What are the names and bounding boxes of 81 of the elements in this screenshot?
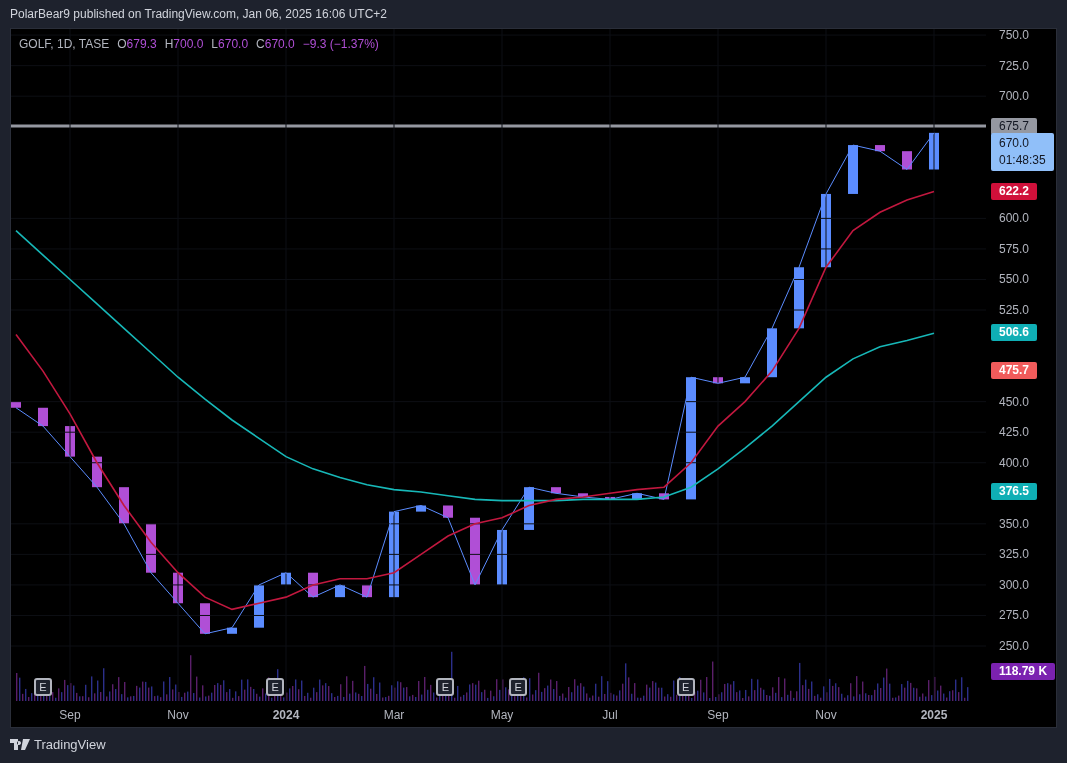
- price-candle: [605, 496, 615, 500]
- price-candle: [200, 603, 210, 634]
- earnings-marker[interactable]: E: [34, 678, 52, 696]
- last-price-tag: 670.0 01:48:35: [991, 132, 1054, 171]
- earnings-marker[interactable]: E: [676, 678, 695, 696]
- ohlc-value: 679.3: [126, 36, 157, 53]
- price-candle: [713, 377, 723, 384]
- average-price-tag: 376.5: [991, 483, 1038, 501]
- price-axis-label: 275.0: [999, 609, 1030, 622]
- price-candle: [767, 328, 777, 378]
- logo-icon: [10, 739, 30, 750]
- time-axis-label: Nov: [815, 708, 837, 722]
- price-candle: [578, 493, 588, 497]
- time-axis-label: 2024: [272, 708, 300, 722]
- price-candle: [416, 505, 426, 512]
- price-candle: [254, 584, 264, 628]
- price-candle: [11, 401, 21, 408]
- price-candle: [470, 517, 480, 585]
- time-axis-label: Nov: [167, 708, 189, 722]
- price-candle: [497, 529, 507, 585]
- horizontal-price-line[interactable]: [11, 124, 986, 128]
- earnings-marker[interactable]: E: [266, 678, 285, 696]
- price-candle: [281, 572, 291, 585]
- price-axis-label: 350.0: [999, 517, 1030, 530]
- average-price-tag: 475.7: [991, 362, 1038, 380]
- ohlc-key: O: [117, 35, 127, 53]
- volume-price-tag: 118.79 K: [991, 663, 1056, 680]
- change-value: −9.3 (−1.37%): [302, 36, 379, 53]
- ohlc-value: 670.0: [218, 36, 249, 53]
- time-axis-label: Mar: [383, 708, 405, 722]
- price-candle: [740, 377, 750, 384]
- price-axis-label: 300.0: [999, 578, 1030, 591]
- price-axis-label: 600.0: [999, 212, 1030, 225]
- price-axis-label: 700.0: [999, 90, 1030, 103]
- price-candle: [443, 505, 453, 518]
- price-candle: [659, 493, 669, 500]
- publish-info: PolarBear9 published on TradingView.com, Jan 06, 2025 16:06 UTC+2: [10, 6, 388, 23]
- price-candle: [632, 493, 642, 500]
- price-candle: [848, 145, 858, 194]
- earnings-marker[interactable]: E: [436, 678, 455, 696]
- average-price-tag: 622.2: [991, 183, 1038, 201]
- brand-name: TradingView: [34, 735, 106, 754]
- time-axis-label: Sep: [707, 708, 729, 722]
- price-axis-label: 250.0: [999, 640, 1030, 652]
- price-axis-label: 525.0: [999, 304, 1030, 316]
- price-axis-label: 750.0: [999, 29, 1030, 42]
- price-candle: [362, 584, 372, 598]
- price-candle: [524, 487, 534, 530]
- price-candle: [308, 572, 318, 598]
- price-axis-label: 575.0: [999, 242, 1030, 255]
- price-axis-label: 425.0: [999, 426, 1030, 439]
- ohlc-value: 700.0: [173, 36, 204, 53]
- price-candle: [92, 456, 102, 488]
- price-axis-label: 725.0: [999, 59, 1030, 72]
- price-candle: [227, 627, 237, 634]
- price-candle: [65, 426, 75, 457]
- average-price-tag: 506.6: [991, 324, 1038, 342]
- price-candle: [794, 267, 804, 329]
- price-candle: [929, 132, 939, 170]
- price-candle: [119, 487, 129, 524]
- time-axis-label: Jul: [602, 708, 618, 722]
- price-axis-label: 550.0: [999, 273, 1030, 286]
- earnings-marker[interactable]: E: [509, 678, 528, 696]
- ohlc-key: C: [256, 35, 265, 53]
- price-candle: [173, 572, 183, 604]
- price-candle: [335, 584, 345, 598]
- price-axis-label: 400.0: [999, 456, 1030, 469]
- price-axis-label: 325.0: [999, 548, 1030, 561]
- price-axis-label: 450.0: [999, 395, 1030, 408]
- price-candle: [38, 407, 48, 427]
- time-axis-label: Sep: [59, 708, 81, 722]
- price-candle: [902, 151, 912, 170]
- time-axis-label: May: [490, 708, 514, 722]
- symbol-label: GOLF, 1D, TASE: [19, 36, 110, 53]
- ohlc-value: 670.0: [264, 36, 295, 53]
- price-candle: [551, 487, 561, 494]
- ohlc-key: L: [211, 35, 219, 53]
- price-candle: [875, 145, 885, 152]
- ohlc-key: H: [164, 35, 174, 53]
- price-candle: [146, 523, 156, 573]
- time-axis-label: 2025: [920, 708, 948, 722]
